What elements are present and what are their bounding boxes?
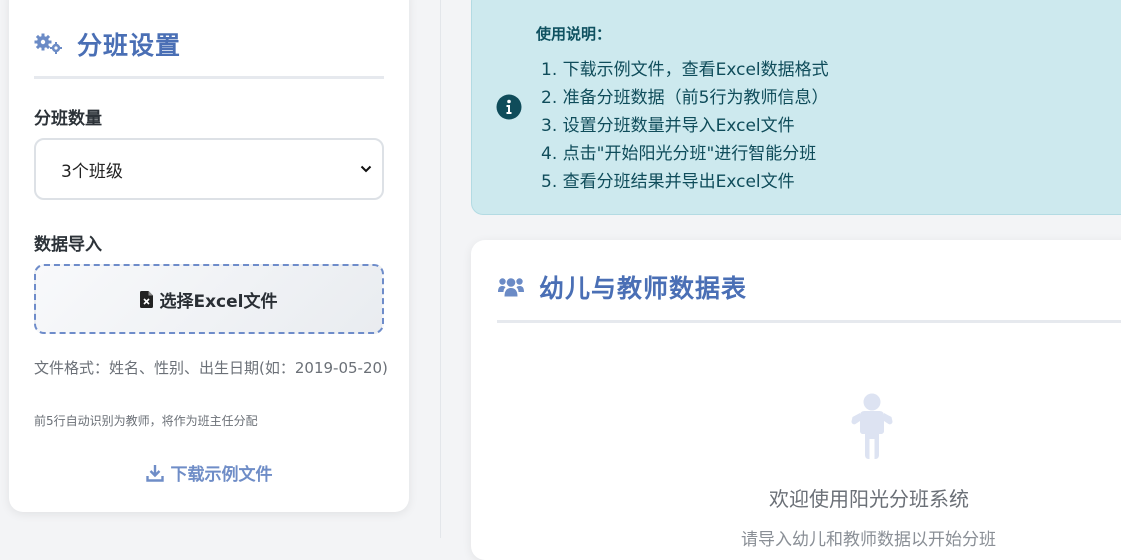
download-label: 下载示例文件 — [170, 465, 273, 485]
info-circle-icon — [496, 94, 522, 120]
data-table-title: 幼儿与教师数据表 — [539, 274, 748, 303]
class-count-label: 分班数量 — [34, 109, 102, 129]
instruction-step: 1. 下载示例文件，查看Excel数据格式 — [541, 60, 829, 80]
instruction-step: 5. 查看分班结果并导出Excel文件 — [541, 172, 795, 192]
instruction-step: 3. 设置分班数量并导入Excel文件 — [541, 116, 795, 136]
settings-card: 分班设置 分班数量 3个班级 数据导入 选择Excel文件 文件格式：姓名、性别… — [9, 0, 409, 512]
choose-file-button[interactable]: 选择Excel文件 — [34, 264, 384, 334]
class-count-value: 3个班级 — [61, 161, 123, 182]
chevron-down-icon — [360, 165, 372, 173]
format-hint: 文件格式：姓名、性别、出生日期(如：2019-05-20) — [34, 359, 388, 377]
users-icon — [498, 278, 524, 297]
teacher-hint: 前5行自动识别为教师，将作为班主任分配 — [34, 414, 258, 428]
column-divider — [440, 0, 441, 538]
import-label: 数据导入 — [34, 235, 102, 255]
empty-state-title: 欢迎使用阳光分班系统 — [769, 487, 969, 511]
class-count-select[interactable]: 3个班级 — [34, 138, 384, 200]
download-sample-link[interactable]: 下载示例文件 — [9, 460, 409, 485]
child-icon — [851, 393, 893, 459]
instruction-step: 2. 准备分班数据（前5行为教师信息） — [541, 88, 829, 108]
download-icon — [145, 464, 164, 482]
instructions-list: 1. 下载示例文件，查看Excel数据格式 2. 准备分班数据（前5行为教师信息… — [541, 56, 829, 196]
instructions-title: 使用说明： — [536, 25, 612, 43]
settings-header: 分班设置 — [34, 26, 181, 62]
choose-file-label: 选择Excel文件 — [159, 291, 278, 312]
settings-title: 分班设置 — [77, 31, 182, 60]
instruction-step: 4. 点击"开始阳光分班"进行智能分班 — [541, 144, 817, 164]
instructions-box: 使用说明： 1. 下载示例文件，查看Excel数据格式 2. 准备分班数据（前5… — [471, 0, 1121, 215]
data-table-header: 幼儿与教师数据表 — [497, 270, 747, 304]
data-table-card: 幼儿与教师数据表 欢迎使用阳光分班系统 请导入幼儿和教师数据以开始分班 — [471, 240, 1121, 560]
gears-icon — [34, 33, 62, 54]
file-excel-icon — [140, 290, 154, 308]
settings-divider — [34, 76, 384, 79]
data-table-divider — [497, 320, 1121, 323]
